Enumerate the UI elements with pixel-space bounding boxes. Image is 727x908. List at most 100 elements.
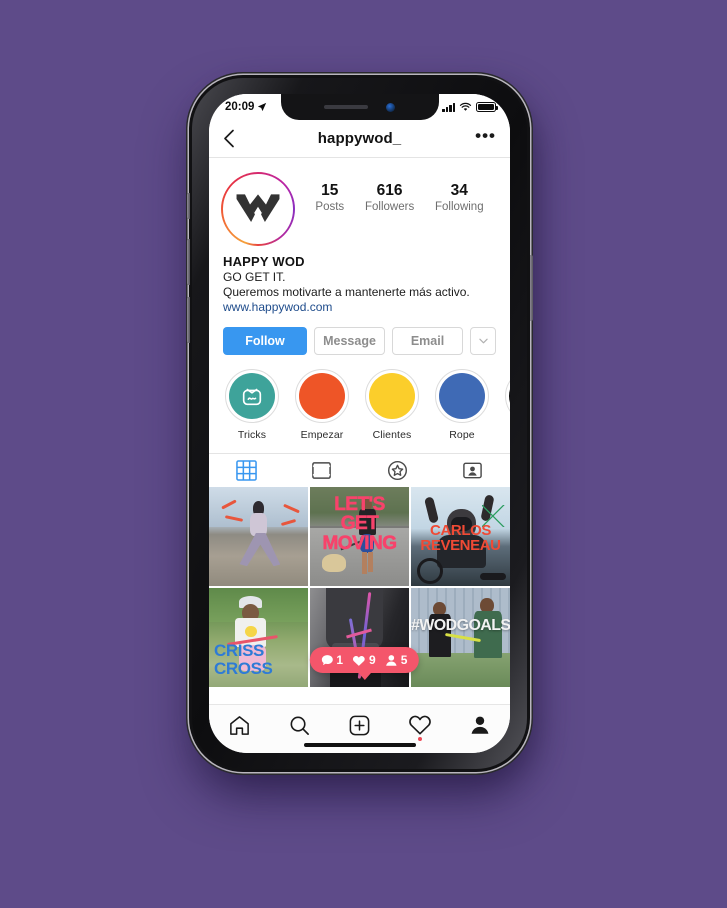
- post-image: #WODGOALS: [411, 588, 510, 687]
- happy-wod-logo: [236, 194, 280, 223]
- status-bar-left: 20:09: [225, 101, 267, 113]
- chevron-left-icon: [224, 129, 234, 148]
- highlight-rope[interactable]: Rope: [435, 369, 489, 441]
- home-indicator: [303, 742, 416, 747]
- star-guides-icon: [387, 461, 407, 480]
- grid-post-3[interactable]: CARLOS REVENEAU: [411, 487, 510, 586]
- post-image: [209, 487, 308, 586]
- highlight-cover: [438, 372, 486, 420]
- chevron-down-icon: [478, 338, 488, 344]
- grid-post-1[interactable]: [209, 487, 308, 586]
- likes-count: 9: [369, 653, 376, 667]
- stat-following[interactable]: 34 Following: [435, 182, 484, 213]
- posts-label: Posts: [315, 200, 345, 213]
- battery-full-icon: [476, 102, 498, 112]
- avatar[interactable]: [221, 172, 295, 246]
- highlight-partial[interactable]: [505, 369, 510, 441]
- story-highlights: Tricks Empezar Clientes Rope: [209, 355, 510, 441]
- status-bar-right: [442, 102, 498, 112]
- heart-icon: [408, 715, 431, 735]
- email-button[interactable]: Email: [392, 327, 463, 355]
- front-camera-icon: [386, 102, 395, 112]
- back-button[interactable]: [223, 129, 249, 148]
- page-title: happywod_: [317, 130, 402, 147]
- nav-create[interactable]: [339, 710, 379, 740]
- grid-post-4[interactable]: CRISS CROSS: [209, 588, 308, 687]
- post-image: CRISS CROSS: [209, 588, 308, 687]
- grid-post-2[interactable]: LET'S GET MOVING: [310, 487, 409, 586]
- search-icon: [290, 716, 309, 735]
- highlight-cover: [298, 372, 346, 420]
- notification-badge[interactable]: 1 9 5: [309, 647, 419, 680]
- tab-tagged[interactable]: [435, 454, 510, 487]
- post-image: CARLOS REVENEAU: [411, 487, 510, 586]
- avatar-image: [223, 174, 293, 244]
- nav-activity[interactable]: [400, 710, 440, 741]
- profile-stats: 15 Posts 616 Followers 34 Following: [295, 172, 496, 213]
- grid-post-6[interactable]: #WODGOALS: [411, 588, 510, 687]
- highlight-ring: [365, 369, 419, 423]
- posts-count: 15: [321, 182, 339, 199]
- silent-switch[interactable]: [186, 193, 190, 219]
- nav-home[interactable]: [219, 710, 259, 740]
- comments-count: 1: [336, 653, 344, 667]
- highlight-ring: [295, 369, 349, 423]
- tagged-user-icon: [463, 462, 482, 479]
- activity-notification-dot: [417, 737, 422, 741]
- volume-up-button[interactable]: [186, 239, 190, 285]
- more-options-icon[interactable]: •••: [470, 127, 496, 146]
- phone-screen: 20:09 happywod_ ••• 15 Posts 616 Followe…: [209, 94, 510, 753]
- location-arrow-icon: [258, 102, 267, 112]
- power-button[interactable]: [529, 255, 533, 321]
- status-time: 20:09: [225, 101, 255, 113]
- home-icon: [229, 715, 249, 735]
- highlight-empezar[interactable]: Empezar: [295, 369, 349, 441]
- highlight-clientes[interactable]: Clientes: [365, 369, 419, 441]
- highlight-ring: [435, 369, 489, 423]
- grid-icon: [236, 460, 257, 481]
- highlight-label: Rope: [449, 429, 475, 441]
- highlight-label: Tricks: [237, 429, 267, 441]
- igtv-icon: [242, 388, 262, 406]
- photo-grid: LET'S GET MOVING CARLOS REVENEAU CRISS C…: [209, 487, 510, 687]
- profile-action-bar: Follow Message Email: [209, 314, 510, 355]
- bio-tagline: GO GET IT.: [223, 270, 286, 284]
- badge-followers: 5: [385, 653, 407, 667]
- followers-count: 616: [376, 182, 403, 199]
- profile-bio: HAPPY WOD GO GET IT. Queremos motivarte …: [209, 246, 510, 314]
- following-label: Following: [435, 200, 484, 213]
- following-count: 34: [450, 182, 468, 199]
- highlight-label: Empezar: [300, 429, 344, 441]
- profile-header-section: 15 Posts 616 Followers 34 Following: [209, 158, 510, 246]
- post-image: LET'S GET MOVING: [310, 487, 409, 586]
- comment-bubble-icon: [321, 654, 333, 665]
- highlight-label: Clientes: [372, 429, 412, 441]
- bio-website-link[interactable]: www.happywod.com: [223, 300, 496, 314]
- content-tab-bar: [209, 453, 510, 487]
- highlight-tricks[interactable]: Tricks: [225, 369, 279, 441]
- bio-display-name: HAPPY WOD: [223, 254, 305, 269]
- highlight-cover: [368, 372, 416, 420]
- feed-view-icon: [312, 462, 332, 479]
- highlight-ring: [225, 369, 279, 423]
- phone-device-frame: 20:09 happywod_ ••• 15 Posts 616 Followe…: [186, 75, 533, 772]
- follow-button[interactable]: Follow: [223, 327, 307, 355]
- volume-down-button[interactable]: [186, 297, 190, 343]
- bio-description: Queremos motivarte a mantenerte más acti…: [223, 285, 470, 299]
- person-icon: [386, 654, 397, 666]
- stat-followers[interactable]: 616 Followers: [365, 182, 414, 213]
- tab-grid[interactable]: [209, 454, 284, 487]
- highlight-cover: [508, 372, 510, 420]
- profile-scroll-area: 15 Posts 616 Followers 34 Following HAPP…: [209, 158, 510, 704]
- tab-feed[interactable]: [284, 454, 359, 487]
- highlight-cover: [228, 372, 276, 420]
- profile-dropdown-button[interactable]: [470, 327, 496, 355]
- nav-search[interactable]: [279, 710, 319, 740]
- nav-profile[interactable]: [460, 710, 500, 740]
- plus-square-icon: [349, 715, 370, 735]
- badge-comments: 1: [320, 653, 343, 667]
- stat-posts[interactable]: 15 Posts: [315, 182, 344, 213]
- message-button[interactable]: Message: [314, 327, 385, 355]
- tab-guides[interactable]: [360, 454, 435, 487]
- display-notch: [280, 94, 439, 120]
